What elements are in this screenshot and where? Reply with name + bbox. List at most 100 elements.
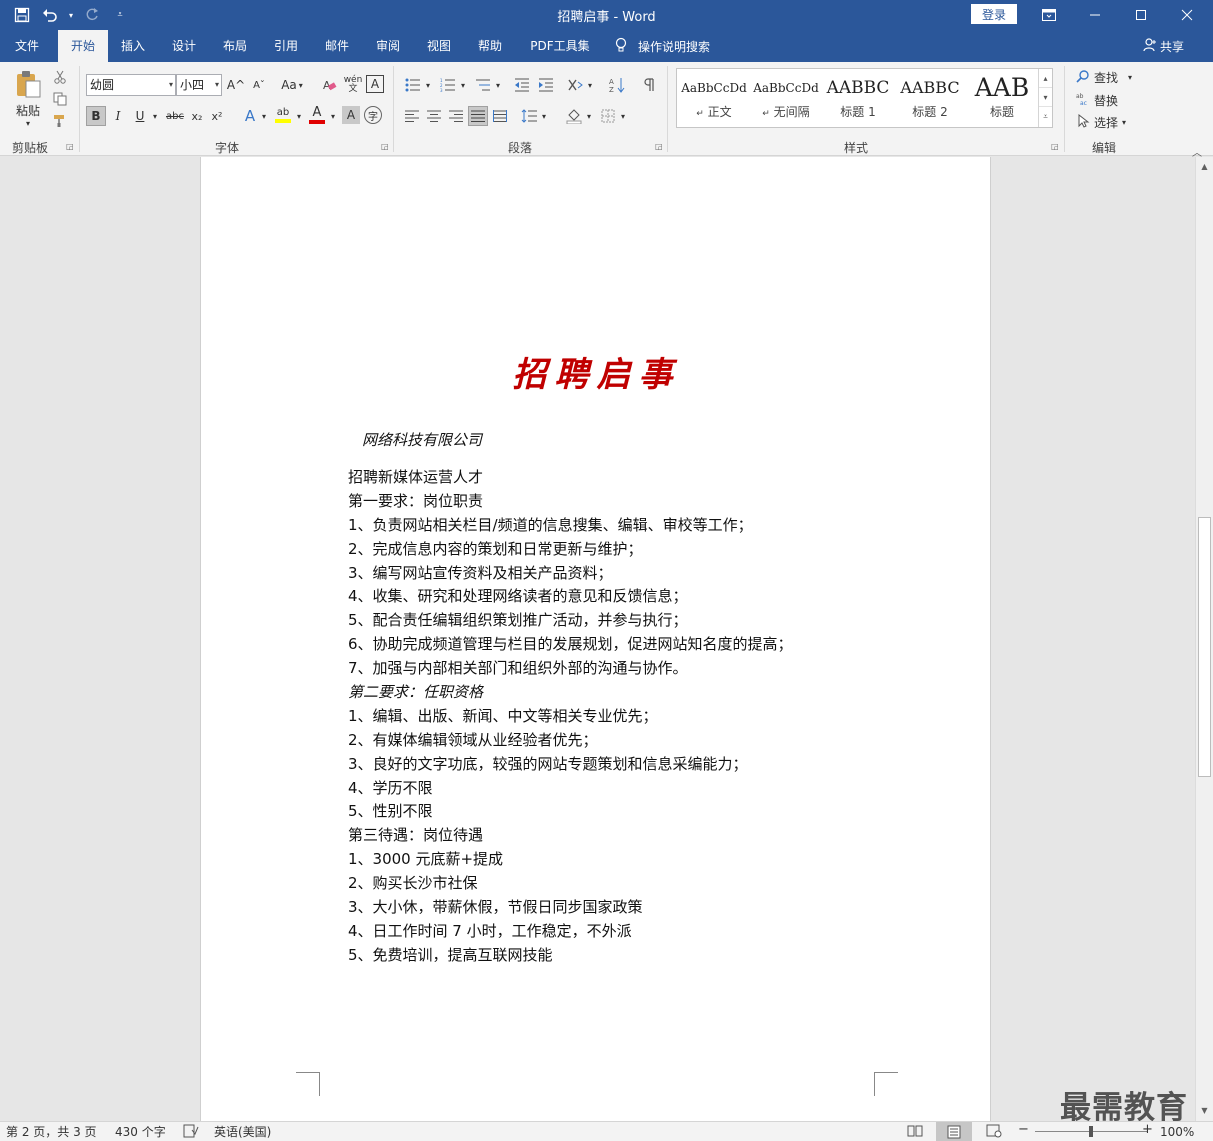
- style-title[interactable]: AAB 标题: [967, 73, 1037, 125]
- font-launcher-icon[interactable]: ◲: [381, 142, 390, 151]
- minimize-icon[interactable]: [1072, 0, 1118, 30]
- read-mode-icon[interactable]: [907, 1124, 923, 1140]
- tab-references[interactable]: 引用: [262, 30, 310, 62]
- enclose-characters-button[interactable]: 字: [364, 106, 382, 124]
- style-no-spacing[interactable]: AaBbCcDd ↵ 无间隔: [751, 73, 821, 125]
- bullets-dropdown-icon[interactable]: ▾: [423, 75, 433, 95]
- align-left-icon[interactable]: [402, 106, 422, 126]
- superscript-button[interactable]: x²: [208, 106, 226, 126]
- bold-button[interactable]: B: [86, 106, 106, 126]
- multilevel-list-icon[interactable]: [472, 75, 494, 95]
- bullets-icon[interactable]: [402, 75, 424, 95]
- phonetic-guide-button[interactable]: wén 文: [343, 75, 363, 95]
- zoom-in-icon[interactable]: +: [1142, 1122, 1153, 1138]
- styles-down-icon[interactable]: ▾: [1039, 88, 1052, 107]
- italic-button[interactable]: I: [108, 106, 128, 126]
- style-heading-1[interactable]: AABBC 标题 1: [823, 73, 893, 125]
- shading-dropdown-icon[interactable]: ▾: [584, 106, 594, 126]
- highlight-button[interactable]: ab: [272, 104, 294, 126]
- paragraph-launcher-icon[interactable]: ◲: [655, 142, 664, 151]
- text-effects-button[interactable]: A: [240, 106, 260, 126]
- zoom-level[interactable]: 100%: [1160, 1124, 1194, 1140]
- chinese-layout-dropdown-icon[interactable]: ▾: [585, 75, 595, 95]
- character-shading-button[interactable]: A: [342, 106, 360, 124]
- numbering-icon[interactable]: 123: [437, 75, 459, 95]
- tab-file[interactable]: 文件: [2, 30, 52, 62]
- highlight-dropdown-icon[interactable]: ▾: [294, 106, 304, 126]
- tab-view[interactable]: 视图: [415, 30, 463, 62]
- page-count[interactable]: 第 2 页，共 3 页: [6, 1124, 97, 1140]
- tab-mailings[interactable]: 邮件: [313, 30, 361, 62]
- change-case-button[interactable]: Aa ▾: [278, 75, 306, 95]
- scroll-up-icon[interactable]: ▲: [1196, 159, 1213, 175]
- find-button[interactable]: 查找 ▾: [1076, 67, 1132, 87]
- underline-button[interactable]: U: [130, 106, 150, 126]
- grow-font-button[interactable]: A^: [226, 75, 246, 95]
- zoom-out-icon[interactable]: −: [1018, 1122, 1029, 1138]
- styles-up-icon[interactable]: ▴: [1039, 69, 1052, 88]
- tab-home[interactable]: 开始: [58, 30, 108, 62]
- increase-indent-icon[interactable]: [535, 75, 557, 95]
- word-count[interactable]: 430 个字: [115, 1124, 166, 1140]
- styles-launcher-icon[interactable]: ◲: [1051, 142, 1060, 151]
- line-spacing-icon[interactable]: [519, 106, 539, 126]
- cut-icon[interactable]: [50, 68, 70, 86]
- justify-icon[interactable]: [468, 106, 488, 126]
- font-family-select[interactable]: 幼圆 ▾: [86, 74, 176, 96]
- text-effects-dropdown-icon[interactable]: ▾: [259, 106, 269, 126]
- close-icon[interactable]: [1164, 0, 1210, 30]
- font-color-dropdown-icon[interactable]: ▾: [328, 106, 338, 126]
- decrease-indent-icon[interactable]: [511, 75, 533, 95]
- shrink-font-button[interactable]: Aˇ: [249, 75, 269, 95]
- paste-dropdown-icon[interactable]: ▾: [26, 119, 30, 128]
- web-layout-icon[interactable]: [986, 1124, 1002, 1140]
- show-marks-icon[interactable]: [638, 75, 660, 95]
- document-page[interactable]: 招聘启事 网络科技有限公司 招聘新媒体运营人才 第一要求：岗位职责 1、负责网站相关…: [200, 157, 991, 1121]
- font-size-select[interactable]: 小四 ▾: [176, 74, 222, 96]
- borders-dropdown-icon[interactable]: ▾: [618, 106, 628, 126]
- borders-icon[interactable]: [598, 106, 618, 126]
- tab-design[interactable]: 设计: [160, 30, 208, 62]
- login-button[interactable]: 登录: [971, 4, 1017, 24]
- print-layout-icon[interactable]: [936, 1122, 972, 1141]
- tab-layout[interactable]: 布局: [211, 30, 259, 62]
- sort-icon[interactable]: AZ: [606, 75, 628, 95]
- vertical-scrollbar[interactable]: ▲ ▼: [1195, 157, 1213, 1121]
- distributed-icon[interactable]: [490, 106, 510, 126]
- strikethrough-button[interactable]: abc: [163, 106, 187, 126]
- align-center-icon[interactable]: [424, 106, 444, 126]
- proofing-icon[interactable]: [183, 1124, 199, 1140]
- tab-review[interactable]: 审阅: [364, 30, 412, 62]
- styles-more-icon[interactable]: ⩡: [1039, 107, 1052, 126]
- underline-dropdown-icon[interactable]: ▾: [150, 106, 160, 126]
- scroll-thumb[interactable]: [1198, 517, 1211, 777]
- copy-icon[interactable]: [50, 90, 70, 108]
- scroll-down-icon[interactable]: ▼: [1196, 1103, 1213, 1119]
- tab-help[interactable]: 帮助: [466, 30, 514, 62]
- chinese-layout-icon[interactable]: [564, 75, 586, 95]
- multilevel-dropdown-icon[interactable]: ▾: [493, 75, 503, 95]
- format-painter-icon[interactable]: [50, 112, 70, 130]
- character-border-button[interactable]: A: [366, 75, 384, 93]
- maximize-icon[interactable]: [1118, 0, 1164, 30]
- zoom-slider-thumb[interactable]: [1089, 1126, 1093, 1137]
- align-right-icon[interactable]: [446, 106, 466, 126]
- select-button[interactable]: 选择 ▾: [1076, 112, 1126, 132]
- tab-pdf-tools[interactable]: PDF工具集: [520, 30, 600, 62]
- ribbon-display-options-icon[interactable]: [1026, 0, 1072, 30]
- tell-me-search[interactable]: 操作说明搜索: [614, 30, 710, 62]
- replace-button[interactable]: ab ac 替换: [1076, 90, 1118, 110]
- font-color-button[interactable]: A: [306, 104, 328, 126]
- tab-insert[interactable]: 插入: [109, 30, 157, 62]
- numbering-dropdown-icon[interactable]: ▾: [458, 75, 468, 95]
- clear-formatting-icon[interactable]: A: [320, 75, 340, 95]
- clipboard-launcher-icon[interactable]: ◲: [66, 142, 75, 151]
- share-button[interactable]: 共享: [1143, 30, 1184, 62]
- style-heading-2[interactable]: AABBC 标题 2: [895, 73, 965, 125]
- language[interactable]: 英语(美国): [214, 1124, 271, 1140]
- line-spacing-dropdown-icon[interactable]: ▾: [539, 106, 549, 126]
- shading-icon[interactable]: [564, 106, 584, 126]
- paste-button[interactable]: 粘贴 ▾: [10, 66, 46, 130]
- subscript-button[interactable]: x₂: [188, 106, 206, 126]
- style-normal[interactable]: AaBbCcDd ↵ 正文: [679, 73, 749, 125]
